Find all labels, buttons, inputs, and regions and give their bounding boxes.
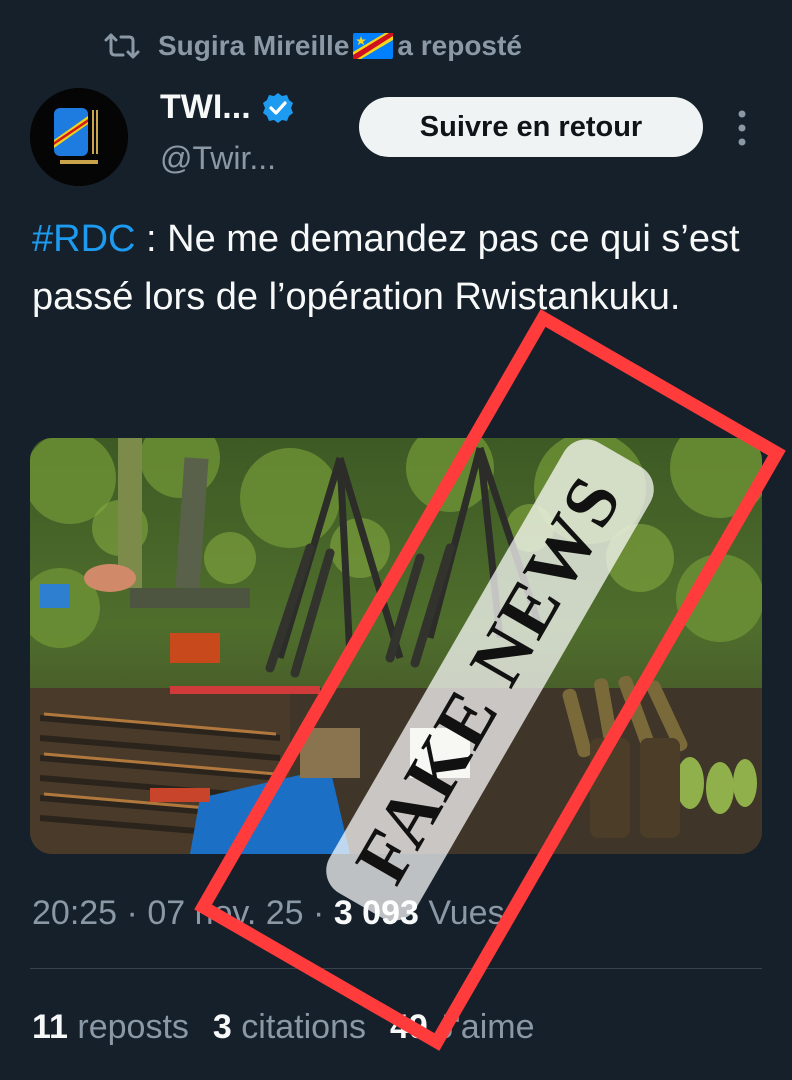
- reposter-name[interactable]: Sugira Mireille: [158, 30, 349, 62]
- tweet-body: : Ne me demandez pas ce qui s’est passé …: [32, 218, 740, 318]
- tweet-text: #RDC : Ne me demandez pas ce qui s’est p…: [32, 210, 772, 326]
- likes-label: J'aime: [427, 1008, 535, 1046]
- drc-flag-icon: [353, 33, 394, 59]
- tweet-time[interactable]: 20:25: [32, 894, 117, 932]
- meta-separator: ·: [117, 894, 148, 932]
- seized-weapons-photo: [30, 438, 762, 854]
- divider: [30, 968, 762, 969]
- views-count: 3 093: [333, 894, 419, 932]
- reposts-count: 11: [32, 1008, 68, 1046]
- likes-stat[interactable]: 49 J'aime: [390, 1008, 534, 1046]
- citations-stat[interactable]: 3 citations: [213, 1008, 366, 1046]
- reposts-label: reposts: [67, 1008, 189, 1046]
- author-name[interactable]: TWI...: [160, 88, 251, 127]
- hashtag-link[interactable]: #RDC: [32, 218, 135, 260]
- author-avatar[interactable]: [30, 88, 128, 186]
- tweet-meta: 20:25 · 07 nov. 25 · 3 093 Vues: [32, 894, 505, 933]
- author-name-line[interactable]: TWI...: [160, 88, 295, 127]
- views-label: Vues: [418, 894, 505, 932]
- tweet-stats: 11 reposts 3 citations 49 J'aime: [32, 1008, 534, 1047]
- verified-badge-icon: [262, 92, 293, 123]
- more-vertical-icon[interactable]: [724, 108, 760, 148]
- tweet-date[interactable]: 07 nov. 25: [147, 894, 303, 932]
- author-handle[interactable]: @Twir...: [160, 140, 276, 177]
- repost-header[interactable]: Sugira Mireille a reposté: [104, 26, 522, 66]
- follow-back-button[interactable]: Suivre en retour: [359, 97, 703, 157]
- meta-separator: ·: [303, 894, 334, 932]
- repost-suffix: a reposté: [397, 30, 522, 61]
- citations-count: 3: [212, 1008, 232, 1046]
- tweet-media-photo[interactable]: [30, 438, 762, 854]
- repost-icon: [104, 33, 140, 59]
- reposts-stat[interactable]: 11 reposts: [32, 1008, 189, 1046]
- likes-count: 49: [390, 1008, 428, 1046]
- citations-label: citations: [231, 1008, 367, 1046]
- raised-fist-drc-flag-icon: [30, 88, 128, 186]
